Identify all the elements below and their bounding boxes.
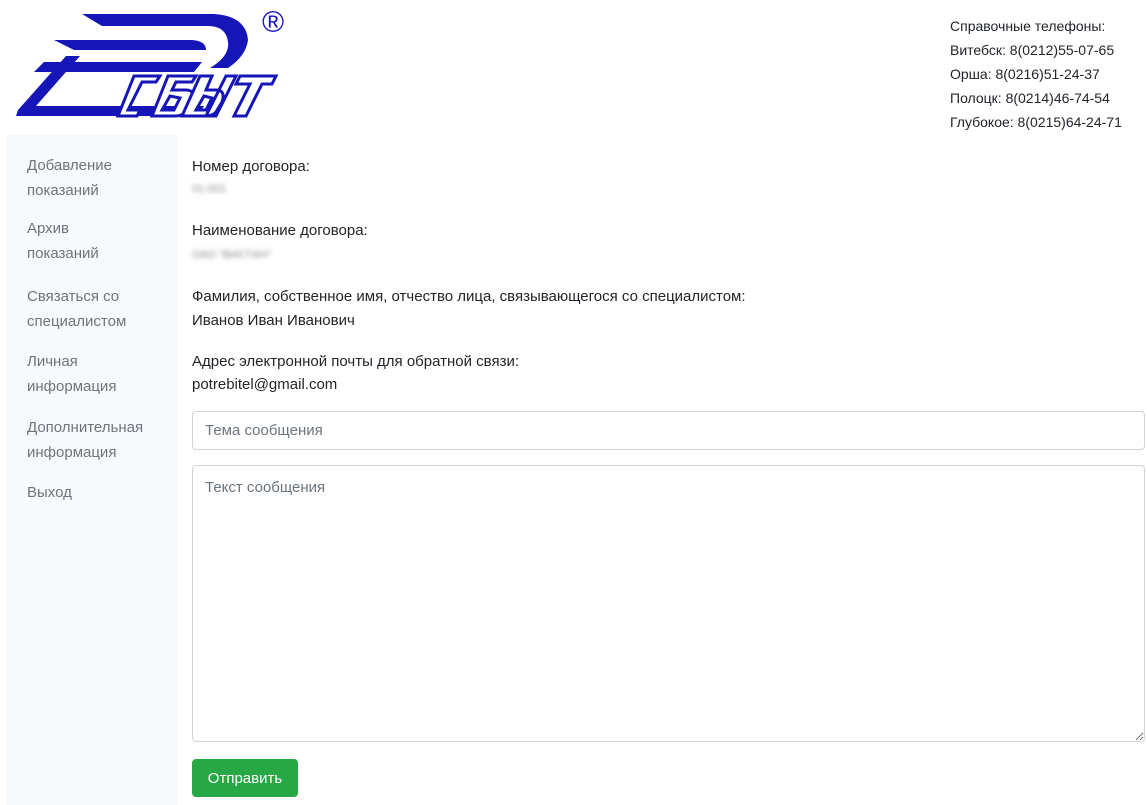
sidebar-item-add-readings[interactable]: Добавление показаний xyxy=(7,153,132,203)
sidebar-item-label: Связаться со xyxy=(27,288,120,305)
sidebar-item-label: показаний xyxy=(27,245,99,262)
message-textarea[interactable] xyxy=(192,465,1145,742)
sidebar-item-additional-info[interactable]: Дополнительная информация xyxy=(7,415,163,465)
contract-name-value: ОАО "ВИСТАН" xyxy=(192,249,272,261)
person-name-label: Фамилия, собственное имя, отчество лица,… xyxy=(192,288,746,305)
email-value: potrebitel@gmail.com xyxy=(192,376,338,393)
sidebar-item-label: Выход xyxy=(27,484,72,501)
contract-number-label: Номер договора: xyxy=(192,158,310,175)
esbyt-logo-icon xyxy=(16,14,279,118)
company-logo: ® xyxy=(14,6,296,126)
sidebar-item-label: Дополнительная xyxy=(27,419,144,436)
send-button[interactable]: Отправить xyxy=(192,759,298,797)
sidebar-item-label: Личная xyxy=(27,353,78,370)
page-header: ® Справочные телефоны: Витебск: 8(0212)5… xyxy=(0,0,1147,135)
registered-trademark-icon: ® xyxy=(262,6,285,39)
sidebar-item-label: Архив xyxy=(27,220,70,237)
subject-input[interactable] xyxy=(192,411,1145,450)
sidebar-item-label: информация xyxy=(27,444,117,461)
sidebar-item-label: показаний xyxy=(27,182,99,199)
phone-line-orsha: Орша: 8(0216)51-24-37 xyxy=(950,66,1100,82)
contract-number-value: 01-001 xyxy=(192,183,227,195)
phone-line-polotsk: Полоцк: 8(0214)46-74-54 xyxy=(950,90,1110,106)
phone-line-glubokoe: Глубокое: 8(0215)64-24-71 xyxy=(950,114,1122,130)
email-label: Адрес электронной почты для обратной свя… xyxy=(192,353,520,370)
contract-name-label: Наименование договора: xyxy=(192,222,368,239)
contact-form: Номер договора: 01-001 Наименование дого… xyxy=(192,135,1147,805)
person-name-value: Иванов Иван Иванович xyxy=(192,312,355,329)
sidebar-item-personal-info[interactable]: Личная информация xyxy=(7,349,136,399)
sidebar-item-contact-specialist[interactable]: Связаться со специалистом xyxy=(7,284,146,334)
help-phones: Справочные телефоны: Витебск: 8(0212)55-… xyxy=(950,14,1147,134)
phone-line-vitebsk: Витебск: 8(0212)55-07-65 xyxy=(950,42,1115,58)
sidebar-item-label: Добавление xyxy=(27,157,112,174)
sidebar-nav: Добавление показаний Архив показаний Свя… xyxy=(7,135,177,805)
help-phones-title: Справочные телефоны: xyxy=(950,18,1106,34)
sidebar-item-label: специалистом xyxy=(27,313,127,330)
sidebar-item-logout[interactable]: Выход xyxy=(7,480,92,505)
sidebar-item-readings-archive[interactable]: Архив показаний xyxy=(7,216,119,266)
sidebar-item-label: информация xyxy=(27,378,117,395)
